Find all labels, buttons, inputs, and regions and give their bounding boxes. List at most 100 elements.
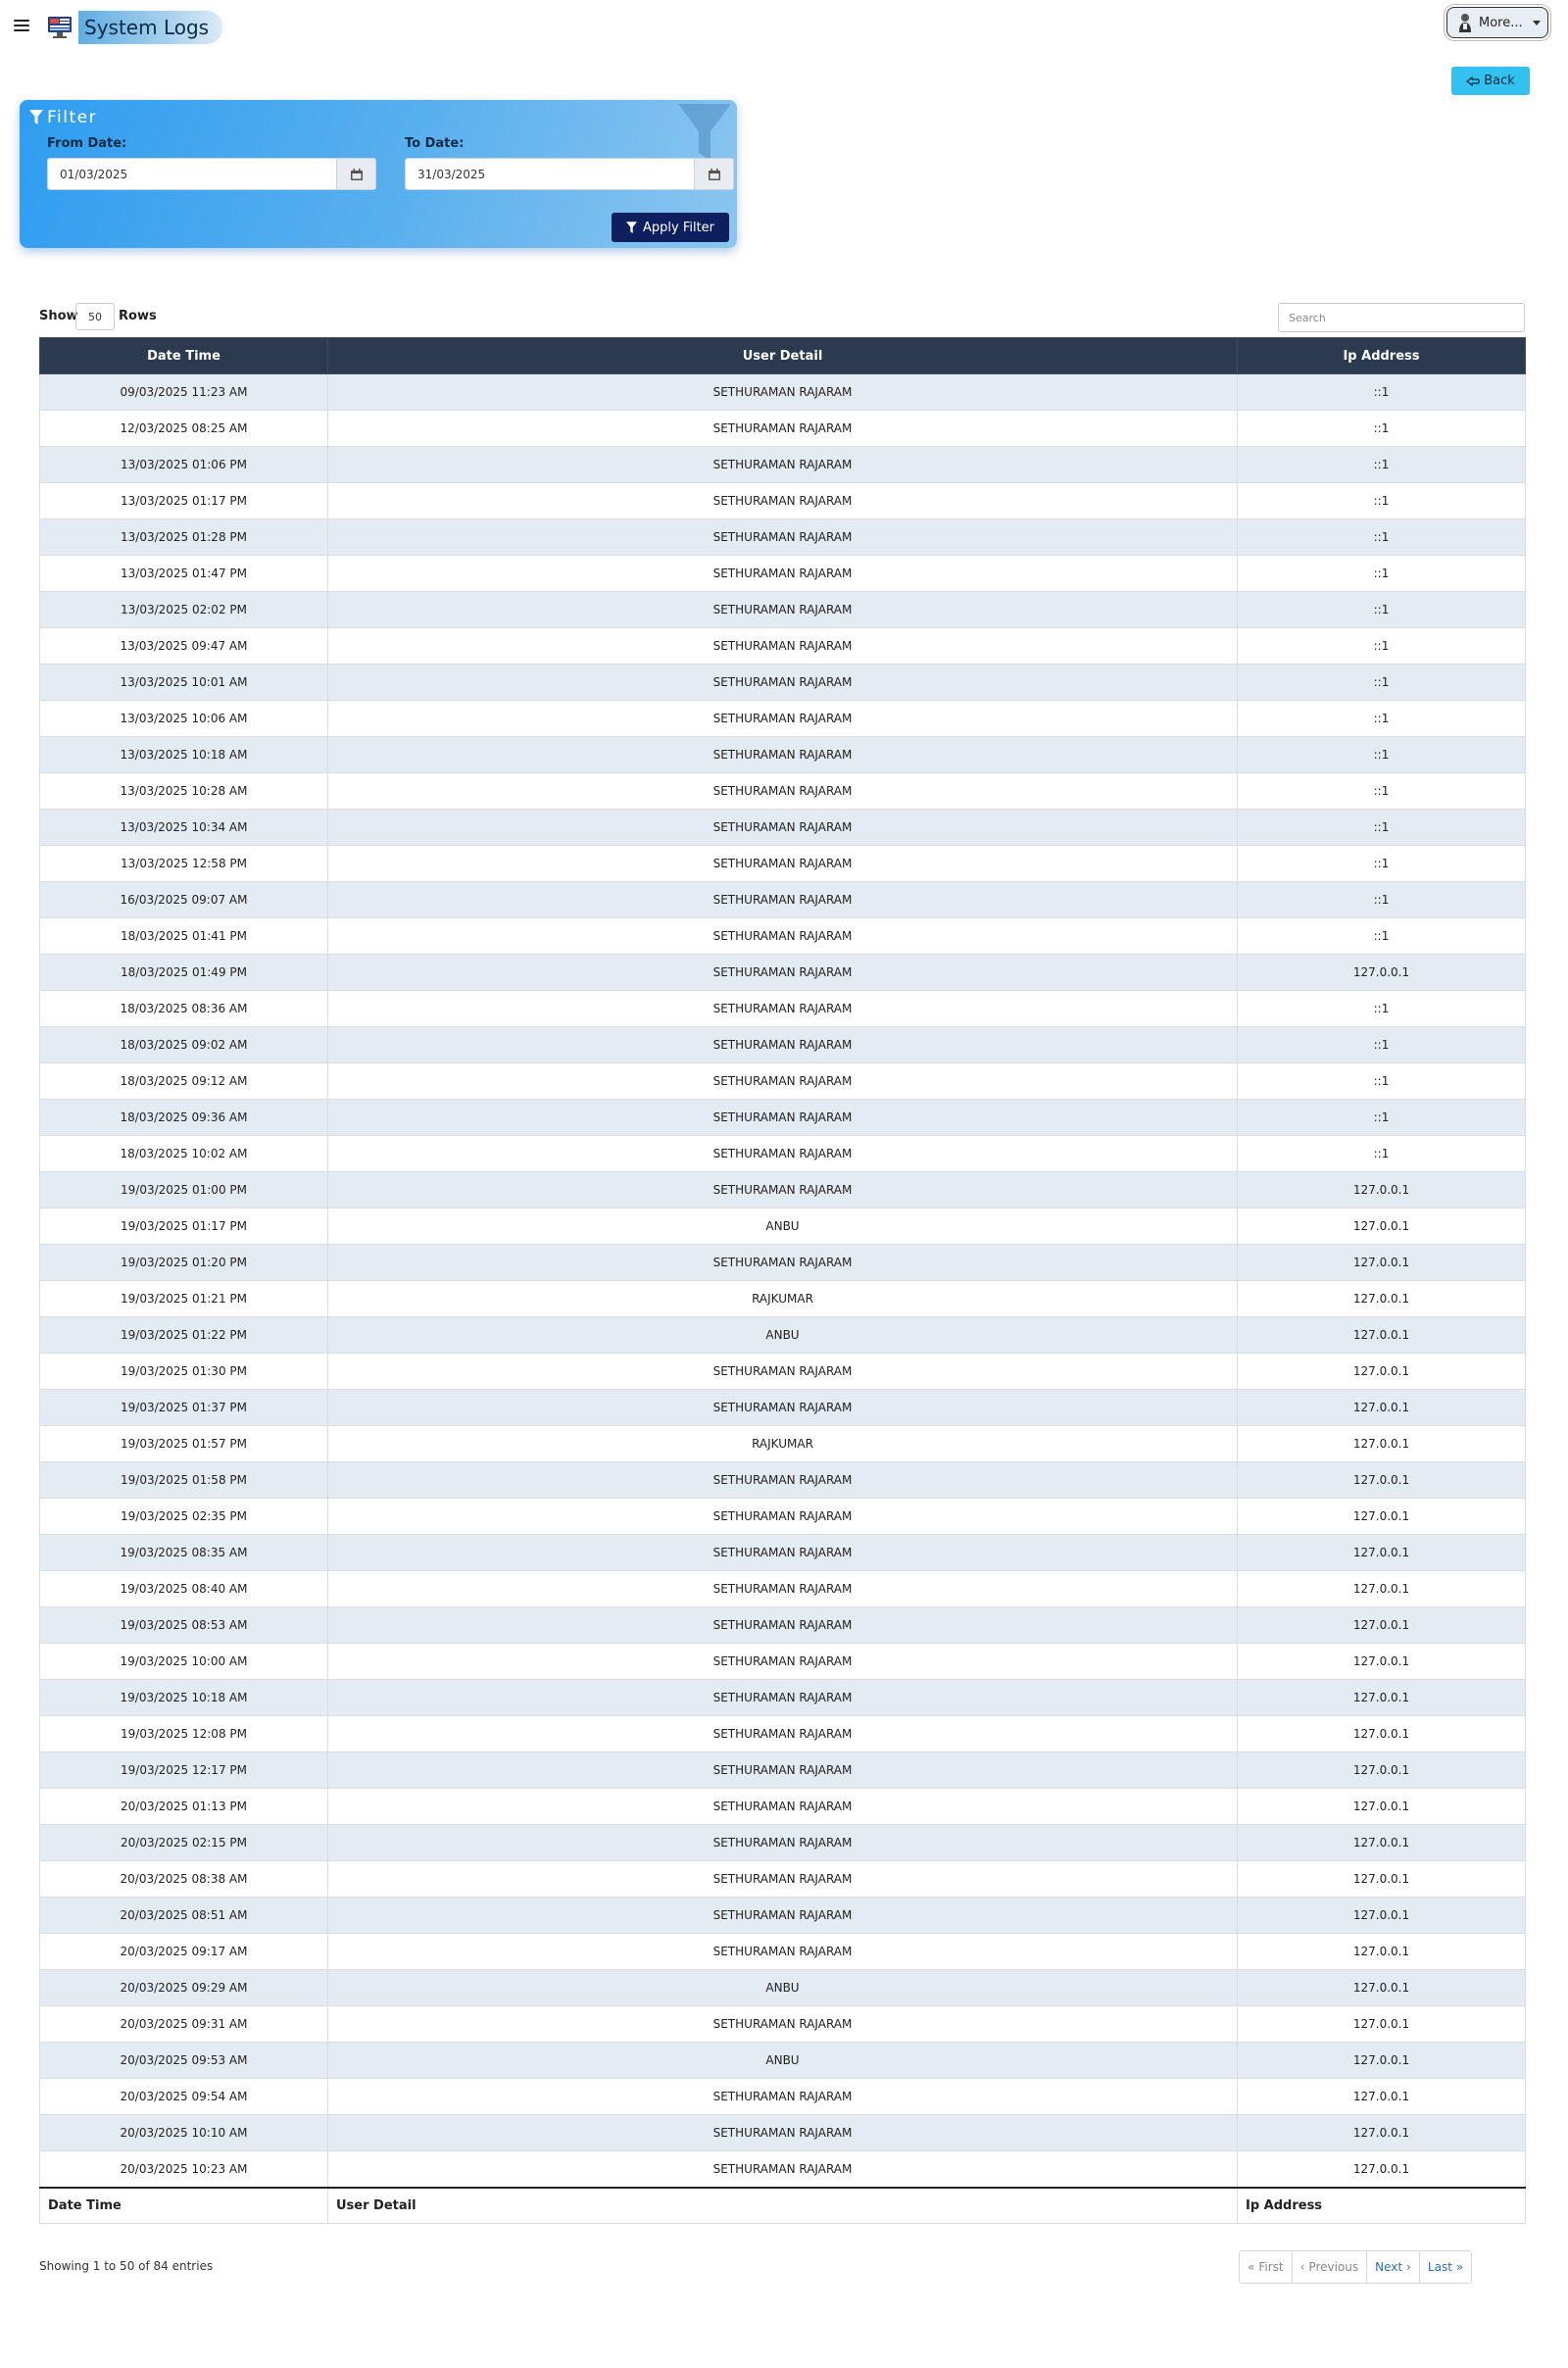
table-row[interactable]: 12/03/2025 08:25 AM SETHURAMAN RAJARAM::1 xyxy=(39,410,1526,447)
table-row[interactable]: 13/03/2025 09:47 AM SETHURAMAN RAJARAM::1 xyxy=(39,627,1526,665)
cell-date-time: 13/03/2025 10:06 AM xyxy=(39,700,328,737)
more-dropdown-button[interactable]: More... xyxy=(1446,7,1548,38)
table-row[interactable]: 18/03/2025 01:41 PM SETHURAMAN RAJARAM::1 xyxy=(39,917,1526,955)
calendar-icon[interactable] xyxy=(694,159,733,189)
cell-date-time: 19/03/2025 01:58 PM xyxy=(39,1461,328,1499)
calendar-icon[interactable] xyxy=(336,159,375,189)
table-row[interactable]: 19/03/2025 01:17 PM ANBU 127.0.0.1 xyxy=(39,1208,1526,1245)
table-row[interactable]: 18/03/2025 09:36 AM SETHURAMAN RAJARAM::1 xyxy=(39,1099,1526,1136)
table-row[interactable]: 20/03/2025 10:23 AM SETHURAMAN RAJARAM 127… xyxy=(39,2150,1526,2188)
user-avatar-icon xyxy=(1459,14,1471,32)
cell-date-time: 12/03/2025 08:25 AM xyxy=(39,410,328,447)
table-row[interactable]: 19/03/2025 01:30 PM SETHURAMAN RAJARAM 127… xyxy=(39,1353,1526,1390)
table-row[interactable]: 19/03/2025 01:00 PM SETHURAMAN RAJARAM 127… xyxy=(39,1171,1526,1209)
cell-ip-address: 127.0.0.1 xyxy=(1237,1534,1526,1571)
column-header-date-time[interactable]: Date Time xyxy=(39,337,328,374)
table-row[interactable]: 20/03/2025 09:17 AM SETHURAMAN RAJARAM 127… xyxy=(39,1933,1526,1970)
back-button[interactable]: Back xyxy=(1451,67,1530,95)
cell-ip-address: ::1 xyxy=(1237,373,1526,411)
to-date-field[interactable]: 31/03/2025 xyxy=(405,158,734,190)
table-row[interactable]: 18/03/2025 08:36 AM SETHURAMAN RAJARAM::1 xyxy=(39,990,1526,1027)
table-row[interactable]: 09/03/2025 11:23 AM SETHURAMAN RAJARAM::1 xyxy=(39,373,1526,411)
next-page-button[interactable]: Next › xyxy=(1367,2251,1420,2283)
table-row[interactable]: 19/03/2025 01:37 PM SETHURAMAN RAJARAM 127… xyxy=(39,1389,1526,1426)
cell-user-detail: SETHURAMAN RAJARAM xyxy=(327,410,1238,447)
table-row[interactable]: 19/03/2025 08:35 AM SETHURAMAN RAJARAM 127… xyxy=(39,1534,1526,1571)
cell-date-time: 20/03/2025 02:15 PM xyxy=(39,1824,328,1861)
cell-ip-address: 127.0.0.1 xyxy=(1237,1788,1526,1825)
table-row[interactable]: 19/03/2025 08:40 AM SETHURAMAN RAJARAM 127… xyxy=(39,1570,1526,1607)
cell-user-detail: SETHURAMAN RAJARAM xyxy=(327,446,1238,483)
table-row[interactable]: 19/03/2025 08:53 AM SETHURAMAN RAJARAM 127… xyxy=(39,1606,1526,1644)
show-label: Show xyxy=(39,309,78,323)
table-row[interactable]: 13/03/2025 10:01 AM SETHURAMAN RAJARAM::1 xyxy=(39,664,1526,701)
table-row[interactable]: 13/03/2025 10:06 AM SETHURAMAN RAJARAM::1 xyxy=(39,700,1526,737)
table-row[interactable]: 18/03/2025 09:12 AM SETHURAMAN RAJARAM::1 xyxy=(39,1062,1526,1100)
cell-date-time: 20/03/2025 09:29 AM xyxy=(39,1969,328,2006)
table-row[interactable]: 13/03/2025 10:18 AM SETHURAMAN RAJARAM::1 xyxy=(39,736,1526,773)
table-row[interactable]: 19/03/2025 10:18 AM SETHURAMAN RAJARAM 127… xyxy=(39,1679,1526,1716)
table-row[interactable]: 20/03/2025 10:10 AM SETHURAMAN RAJARAM 127… xyxy=(39,2114,1526,2151)
table-row[interactable]: 18/03/2025 10:02 AM SETHURAMAN RAJARAM::1 xyxy=(39,1135,1526,1172)
table-row[interactable]: 13/03/2025 02:02 PM SETHURAMAN RAJARAM::1 xyxy=(39,591,1526,628)
table-row[interactable]: 19/03/2025 01:21 PM RAJKUMAR 127.0.0.1 xyxy=(39,1280,1526,1317)
cell-ip-address: 127.0.0.1 xyxy=(1237,1897,1526,1934)
table-row[interactable]: 18/03/2025 09:02 AM SETHURAMAN RAJARAM::1 xyxy=(39,1026,1526,1063)
table-row[interactable]: 18/03/2025 01:49 PM SETHURAMAN RAJARAM 127… xyxy=(39,954,1526,991)
first-page-button[interactable]: « First xyxy=(1240,2251,1293,2283)
previous-page-button[interactable]: ‹ Previous xyxy=(1293,2251,1368,2283)
table-row[interactable]: 19/03/2025 01:22 PM ANBU 127.0.0.1 xyxy=(39,1316,1526,1354)
cell-date-time: 20/03/2025 09:54 AM xyxy=(39,2078,328,2115)
table-row[interactable]: 13/03/2025 01:28 PM SETHURAMAN RAJARAM::1 xyxy=(39,518,1526,556)
table-row[interactable]: 20/03/2025 09:54 AM SETHURAMAN RAJARAM 127… xyxy=(39,2078,1526,2115)
column-header-user-detail[interactable]: User Detail xyxy=(327,337,1238,374)
cell-date-time: 19/03/2025 01:22 PM xyxy=(39,1316,328,1354)
cell-date-time: 19/03/2025 01:37 PM xyxy=(39,1389,328,1426)
cell-user-detail: SETHURAMAN RAJARAM xyxy=(327,954,1238,991)
table-row[interactable]: 13/03/2025 01:17 PM SETHURAMAN RAJARAM::1 xyxy=(39,482,1526,519)
cell-ip-address: 127.0.0.1 xyxy=(1237,1208,1526,1245)
table-row[interactable]: 13/03/2025 10:34 AM SETHURAMAN RAJARAM::1 xyxy=(39,809,1526,846)
menu-icon[interactable] xyxy=(14,20,29,33)
cell-user-detail: SETHURAMAN RAJARAM xyxy=(327,845,1238,882)
cell-ip-address: 127.0.0.1 xyxy=(1237,1425,1526,1462)
table-row[interactable]: 20/03/2025 02:15 PM SETHURAMAN RAJARAM 127… xyxy=(39,1824,1526,1861)
apply-filter-button[interactable]: Apply Filter xyxy=(612,213,729,242)
table-row[interactable]: 20/03/2025 08:51 AM SETHURAMAN RAJARAM 127… xyxy=(39,1897,1526,1934)
table-row[interactable]: 19/03/2025 12:17 PM SETHURAMAN RAJARAM 127… xyxy=(39,1751,1526,1789)
table-row[interactable]: 19/03/2025 01:20 PM SETHURAMAN RAJARAM 127… xyxy=(39,1244,1526,1281)
table-row[interactable]: 20/03/2025 08:38 AM SETHURAMAN RAJARAM 127… xyxy=(39,1860,1526,1898)
table-row[interactable]: 13/03/2025 01:47 PM SETHURAMAN RAJARAM::1 xyxy=(39,555,1526,592)
cell-ip-address: ::1 xyxy=(1237,1099,1526,1136)
rows-per-page-select[interactable]: 50 xyxy=(75,303,115,330)
table-row[interactable]: 13/03/2025 10:28 AM SETHURAMAN RAJARAM::1 xyxy=(39,772,1526,810)
table-row[interactable]: 13/03/2025 01:06 PM SETHURAMAN RAJARAM::1 xyxy=(39,446,1526,483)
cell-date-time: 19/03/2025 01:21 PM xyxy=(39,1280,328,1317)
search-input[interactable]: Search xyxy=(1278,303,1525,332)
table-row[interactable]: 19/03/2025 12:08 PM SETHURAMAN RAJARAM 127… xyxy=(39,1715,1526,1752)
table-row[interactable]: 19/03/2025 01:57 PM RAJKUMAR 127.0.0.1 xyxy=(39,1425,1526,1462)
cell-date-time: 19/03/2025 01:57 PM xyxy=(39,1425,328,1462)
cell-ip-address: ::1 xyxy=(1237,772,1526,810)
table-row[interactable]: 20/03/2025 09:31 AM SETHURAMAN RAJARAM 127… xyxy=(39,2005,1526,2043)
column-header-ip-address[interactable]: Ip Address xyxy=(1237,337,1526,374)
table-row[interactable]: 13/03/2025 12:58 PM SETHURAMAN RAJARAM::1 xyxy=(39,845,1526,882)
filter-icon xyxy=(625,221,637,233)
table-row[interactable]: 16/03/2025 09:07 AM SETHURAMAN RAJARAM::1 xyxy=(39,881,1526,918)
cell-user-detail: ANBU xyxy=(327,1208,1238,1245)
table-row[interactable]: 20/03/2025 01:13 PM SETHURAMAN RAJARAM 127… xyxy=(39,1788,1526,1825)
cell-user-detail: SETHURAMAN RAJARAM xyxy=(327,1643,1238,1680)
table-row[interactable]: 19/03/2025 10:00 AM SETHURAMAN RAJARAM 127… xyxy=(39,1643,1526,1680)
cell-date-time: 19/03/2025 12:17 PM xyxy=(39,1751,328,1789)
cell-user-detail: RAJKUMAR xyxy=(327,1425,1238,1462)
table-row[interactable]: 20/03/2025 09:53 AM ANBU 127.0.0.1 xyxy=(39,2042,1526,2079)
last-page-button[interactable]: Last » xyxy=(1420,2251,1471,2283)
from-date-field[interactable]: 01/03/2025 xyxy=(47,158,376,190)
cell-date-time: 16/03/2025 09:07 AM xyxy=(39,881,328,918)
footer-date-time: Date Time xyxy=(39,2186,328,2224)
table-row[interactable]: 19/03/2025 02:35 PM SETHURAMAN RAJARAM 127… xyxy=(39,1498,1526,1535)
cell-date-time: 18/03/2025 08:36 AM xyxy=(39,990,328,1027)
table-row[interactable]: 20/03/2025 09:29 AM ANBU 127.0.0.1 xyxy=(39,1969,1526,2006)
cell-ip-address: 127.0.0.1 xyxy=(1237,1824,1526,1861)
table-row[interactable]: 19/03/2025 01:58 PM SETHURAMAN RAJARAM 127… xyxy=(39,1461,1526,1499)
